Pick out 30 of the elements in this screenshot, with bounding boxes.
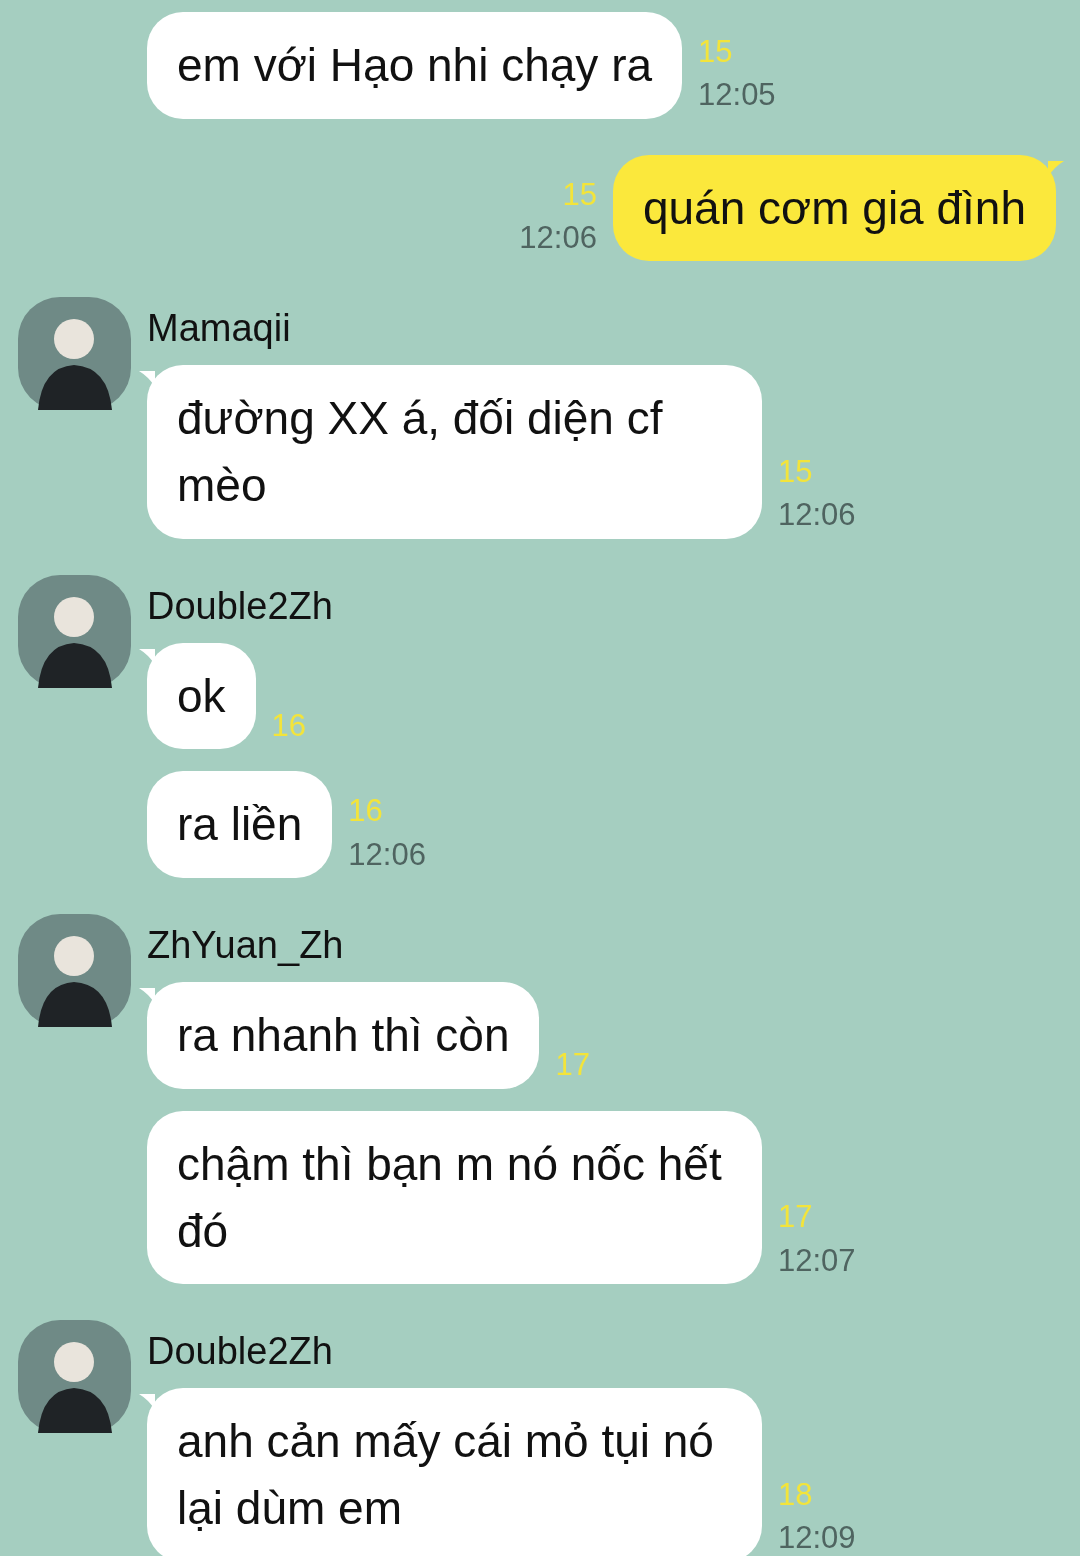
avatar[interactable] [18, 574, 131, 688]
avatar[interactable] [18, 1320, 131, 1434]
unread-count: 15 [698, 32, 734, 71]
sender-name: Double2Zh [147, 1332, 334, 1371]
sender-name: Mamaqii [147, 309, 292, 348]
unread-count: 18 [778, 1475, 814, 1514]
sender-name: Double2Zh [147, 586, 334, 625]
message-text: đường XX á, đối diện cf mèo [177, 391, 664, 514]
unread-count: 15 [562, 175, 597, 214]
sender-name: ZhYuan_Zh [147, 926, 345, 965]
message-text: ok [177, 668, 226, 724]
unread-count: 15 [778, 452, 814, 491]
message-time: 12:06 [519, 219, 597, 257]
message-text: quán cơm gia đình [642, 180, 1026, 236]
message-text: ra liền [177, 797, 303, 853]
message-time: 12:06 [348, 835, 426, 874]
message-text: chậm thì bạn m nó nốc hết đó [177, 1136, 723, 1259]
message-time: 12:09 [778, 1519, 856, 1556]
unread-count: 16 [271, 707, 307, 746]
unread-count: 17 [778, 1198, 814, 1237]
unread-count: 17 [555, 1046, 590, 1085]
message-time: 12:06 [778, 496, 856, 535]
message-text: em với Hạo nhi chạy ra [177, 38, 653, 93]
message-text: ra nhanh thì còn [177, 1008, 510, 1064]
message-time: 12:07 [778, 1241, 856, 1280]
avatar[interactable] [18, 297, 131, 411]
message-text: anh cản mấy cái mỏ tụi nó lại dùm em [177, 1414, 715, 1536]
message-time: 12:05 [698, 76, 776, 115]
unread-count: 16 [348, 792, 384, 831]
avatar[interactable] [18, 914, 131, 1028]
